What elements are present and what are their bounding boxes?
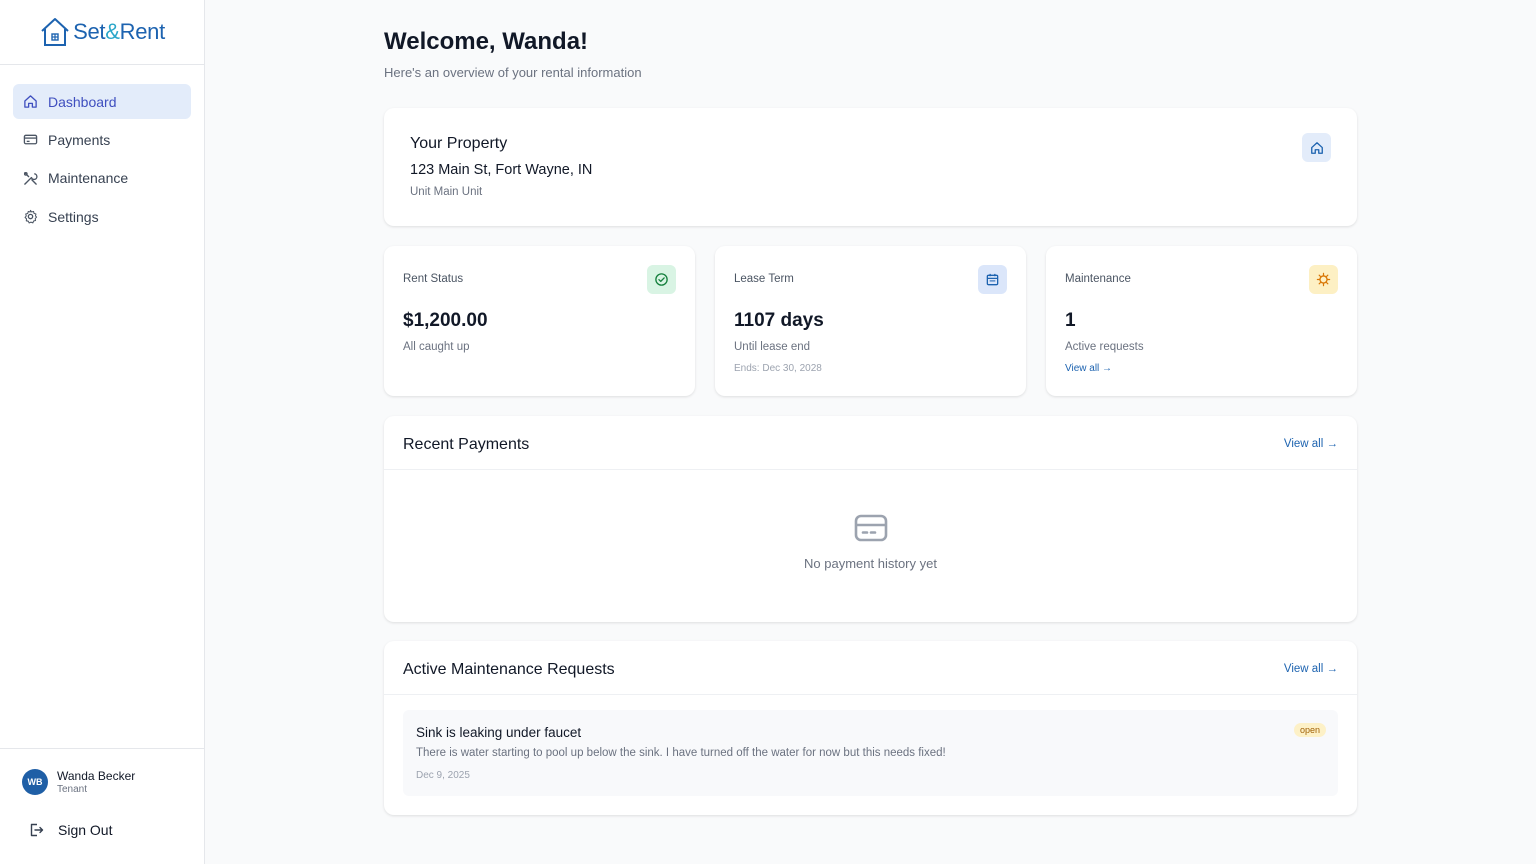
tools-icon xyxy=(23,171,38,186)
property-card: Your Property 123 Main St, Fort Wayne, I… xyxy=(384,108,1357,226)
maintenance-requests-title: Active Maintenance Requests xyxy=(403,661,615,678)
sidebar-item-payments[interactable]: Payments xyxy=(13,122,191,157)
maintenance-requests-header: Active Maintenance Requests View all → xyxy=(384,641,1357,695)
calendar-icon xyxy=(978,265,1007,294)
lease-end-date: Ends: Dec 30, 2028 xyxy=(734,363,822,374)
request-description: There is water starting to pool up below… xyxy=(416,747,946,759)
recent-payments-header: Recent Payments View all → xyxy=(384,416,1357,470)
payments-empty-text: No payment history yet xyxy=(804,556,937,571)
payments-view-all-link[interactable]: View all → xyxy=(1284,438,1338,450)
user-name: Wanda Becker xyxy=(57,769,136,783)
avatar: WB xyxy=(22,769,48,795)
sidebar-item-label: Maintenance xyxy=(48,170,129,187)
request-title: Sink is leaking under faucet xyxy=(416,725,582,740)
lease-term-card: Lease Term 1107 days Until lease end End… xyxy=(715,246,1026,396)
brand-logo[interactable]: Set&Rent xyxy=(0,0,204,65)
check-circle-icon xyxy=(647,265,676,294)
home-icon xyxy=(1302,133,1331,162)
user-info: Wanda Becker Tenant xyxy=(57,769,135,795)
maintenance-request-item[interactable]: Sink is leaking under faucet There is wa… xyxy=(403,710,1338,796)
credit-card-icon xyxy=(854,514,887,542)
lease-days: 1107 days xyxy=(734,310,824,331)
property-title: Your Property xyxy=(410,135,508,152)
gear-alert-icon xyxy=(1309,265,1338,294)
user-role: Tenant xyxy=(57,784,88,795)
sidebar-item-maintenance[interactable]: Maintenance xyxy=(13,161,191,196)
home-icon xyxy=(23,94,38,109)
page-title: Welcome, Wanda! xyxy=(384,28,589,55)
sign-out-label: Sign Out xyxy=(58,822,113,838)
maintenance-label: Maintenance xyxy=(1065,273,1131,285)
sidebar-item-label: Dashboard xyxy=(48,93,117,110)
sidebar-item-settings[interactable]: Settings xyxy=(13,199,191,234)
status-badge: open xyxy=(1293,723,1326,737)
rent-status-desc: All caught up xyxy=(403,341,470,353)
sidebar-item-label: Settings xyxy=(48,208,99,225)
lease-desc: Until lease end xyxy=(734,341,811,353)
gear-icon xyxy=(23,209,38,224)
recent-payments-title: Recent Payments xyxy=(403,436,530,453)
house-logo-icon xyxy=(41,18,69,46)
user-profile[interactable]: WB Wanda Becker Tenant xyxy=(22,769,135,795)
sign-out-icon xyxy=(30,823,44,837)
sidebar: Set&Rent Dashboard Payments Maintenance … xyxy=(0,0,205,864)
payments-empty-state: No payment history yet xyxy=(384,513,1357,571)
sidebar-item-dashboard[interactable]: Dashboard xyxy=(13,84,191,119)
request-date: Dec 9, 2025 xyxy=(416,770,470,781)
requests-view-all-link[interactable]: View all → xyxy=(1284,663,1338,675)
rent-status-label: Rent Status xyxy=(403,273,464,285)
sign-out-button[interactable]: Sign Out xyxy=(28,822,112,838)
rent-amount: $1,200.00 xyxy=(403,310,488,331)
maintenance-requests-card: Active Maintenance Requests View all → S… xyxy=(384,641,1357,815)
recent-payments-card: Recent Payments View all → No payment hi… xyxy=(384,416,1357,622)
maintenance-view-all-link[interactable]: View all → xyxy=(1065,363,1112,374)
credit-card-icon xyxy=(23,132,38,147)
property-unit: Unit Main Unit xyxy=(410,186,483,198)
sidebar-footer: WB Wanda Becker Tenant Sign Out xyxy=(0,748,204,864)
maintenance-count: 1 xyxy=(1065,310,1076,331)
page-subtitle: Here's an overview of your rental inform… xyxy=(384,65,642,80)
rent-status-card: Rent Status $1,200.00 All caught up xyxy=(384,246,695,396)
lease-term-label: Lease Term xyxy=(734,273,794,285)
maintenance-desc: Active requests xyxy=(1065,341,1144,353)
sidebar-nav: Dashboard Payments Maintenance Settings xyxy=(0,65,204,234)
brand-name: Set&Rent xyxy=(73,19,165,44)
sidebar-item-label: Payments xyxy=(48,131,111,148)
maintenance-card: Maintenance 1 Active requests View all → xyxy=(1046,246,1357,396)
property-address: 123 Main St, Fort Wayne, IN xyxy=(410,162,593,178)
